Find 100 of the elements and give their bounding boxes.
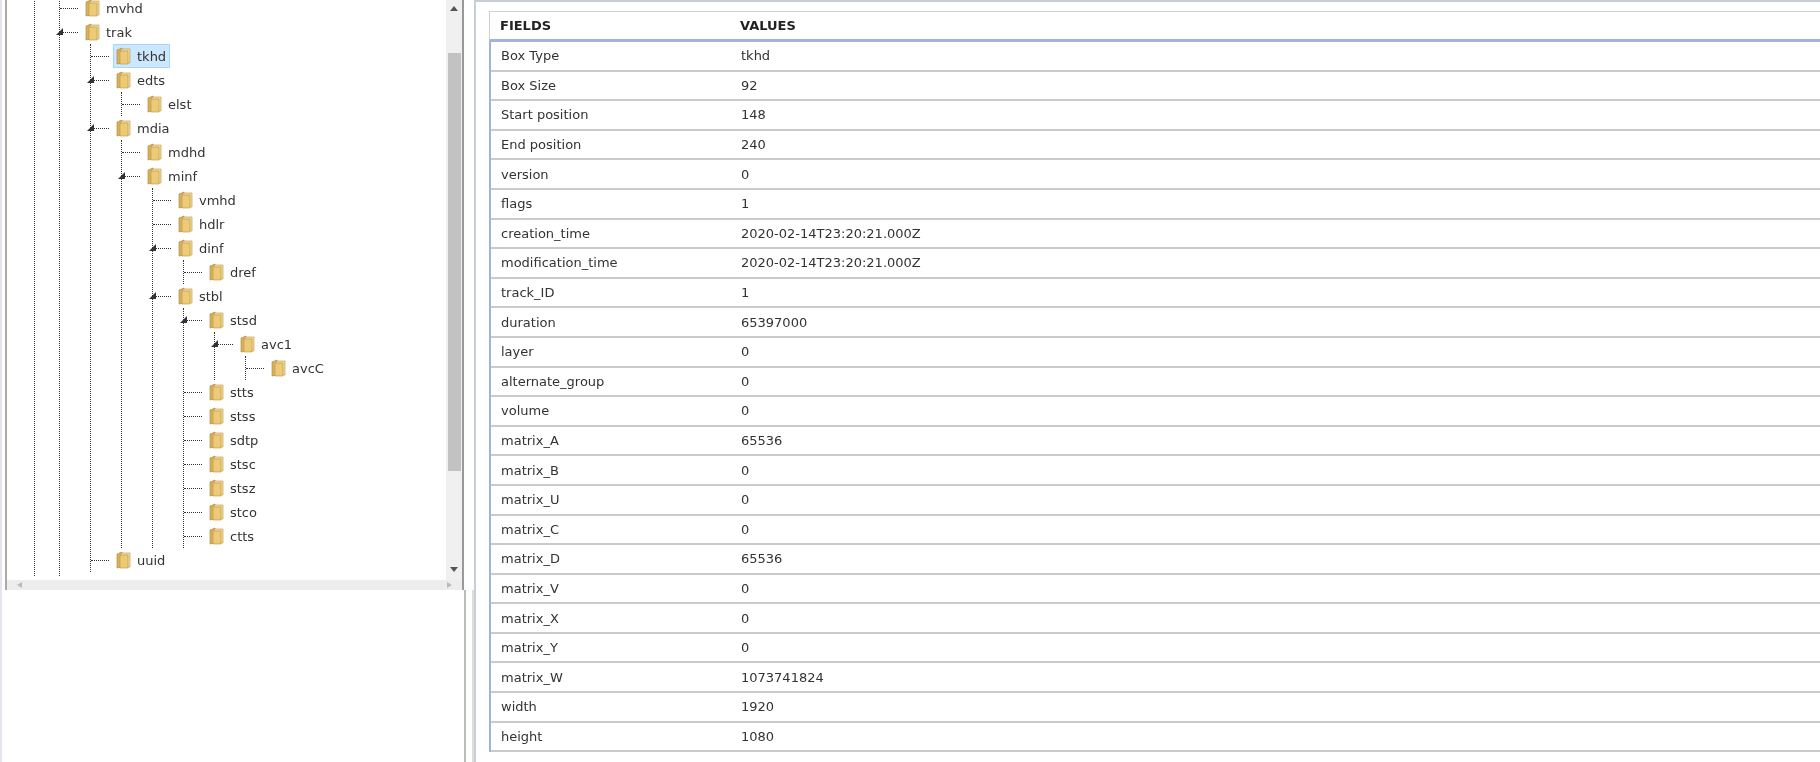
field-value: 148 <box>740 107 767 123</box>
folder-icon <box>116 71 132 89</box>
folder-icon <box>209 263 225 281</box>
field-value: 2020-02-14T23:20:21.000Z <box>740 255 922 271</box>
folder-icon <box>178 287 194 305</box>
expander-icon[interactable] <box>149 292 156 299</box>
field-value: 65536 <box>740 551 784 567</box>
folder-icon <box>116 47 132 65</box>
tree-item[interactable]: dinf <box>175 236 228 260</box>
field-name: matrix_B <box>500 462 560 478</box>
folder-icon <box>209 407 225 425</box>
tree-item[interactable]: stsz <box>206 476 260 500</box>
field-name: Box Type <box>500 48 561 64</box>
field-name: creation_time <box>500 225 591 241</box>
field-name: Start position <box>500 107 590 123</box>
folder-icon <box>209 455 225 473</box>
tree-item[interactable]: stss <box>206 404 260 428</box>
field-value: 0 <box>740 166 751 182</box>
tree-item[interactable]: stco <box>206 500 261 524</box>
tree-item[interactable]: trak <box>82 20 136 44</box>
tree-item[interactable]: mdhd <box>144 140 210 164</box>
field-value: 1080 <box>740 728 776 744</box>
tree-item[interactable]: stsc <box>206 452 260 476</box>
field-name: matrix_W <box>500 669 564 685</box>
expander-icon[interactable] <box>211 340 218 347</box>
folder-icon <box>271 359 287 377</box>
folder-icon <box>240 335 256 353</box>
field-value: 0 <box>740 462 751 478</box>
folder-icon <box>209 479 225 497</box>
vertical-scrollbar[interactable] <box>446 0 462 580</box>
field-value: 1073741824 <box>740 669 825 685</box>
folder-icon <box>209 383 225 401</box>
tree-item[interactable]: stbl <box>175 284 227 308</box>
tree-item[interactable]: edts <box>113 68 170 92</box>
field-value: 0 <box>740 373 751 389</box>
field-name: matrix_X <box>500 610 560 626</box>
field-name: flags <box>500 196 534 212</box>
tree-item[interactable]: minf <box>144 164 202 188</box>
field-value: 65536 <box>740 433 784 448</box>
field-value: 0 <box>740 610 751 626</box>
folder-icon <box>85 23 101 41</box>
field-value: tkhd <box>740 48 772 64</box>
expander-icon[interactable] <box>118 172 125 179</box>
tree-item[interactable]: dref <box>206 260 260 284</box>
expander-icon[interactable] <box>87 76 94 83</box>
field-name: modification_time <box>500 255 619 271</box>
field-value: 1 <box>740 196 751 212</box>
field-name: matrix_C <box>500 521 560 537</box>
folder-icon <box>209 311 225 329</box>
field-name: version <box>500 166 550 182</box>
tree-item[interactable]: avc1 <box>237 332 297 356</box>
field-value: 92 <box>740 77 759 93</box>
field-value: 240 <box>740 137 767 153</box>
tree-item[interactable]: hdlr <box>175 212 229 236</box>
folder-icon <box>147 143 163 161</box>
tree-item[interactable]: ctts <box>206 524 259 548</box>
tree-item[interactable]: mvhd <box>82 0 147 20</box>
field-name: End position <box>500 137 583 153</box>
column-header: VALUES <box>739 18 797 33</box>
scroll-down-icon[interactable] <box>450 567 458 572</box>
tree-item[interactable]: sdtp <box>206 428 263 452</box>
folder-icon <box>85 0 101 17</box>
field-name: alternate_group <box>500 373 606 389</box>
expander-icon[interactable] <box>180 316 187 323</box>
tree-item[interactable]: vmhd <box>175 188 240 212</box>
field-name: layer <box>500 344 535 360</box>
field-name: track_ID <box>500 285 556 301</box>
field-name: volume <box>500 403 551 419</box>
field-name: matrix_U <box>500 492 561 508</box>
expander-icon[interactable] <box>149 244 156 251</box>
field-value: 0 <box>740 492 751 508</box>
field-name: matrix_V <box>500 581 560 596</box>
folder-icon <box>147 95 163 113</box>
field-name: height <box>500 728 544 744</box>
expander-icon[interactable] <box>87 124 94 131</box>
folder-icon <box>178 239 194 257</box>
field-value: 1920 <box>740 699 776 715</box>
scroll-up-icon[interactable] <box>450 6 458 11</box>
tree-item[interactable]: uuid <box>113 548 170 572</box>
scrollbar-thumb[interactable] <box>447 53 461 471</box>
folder-icon <box>178 191 194 209</box>
folder-icon <box>209 431 225 449</box>
field-value: 0 <box>740 581 751 596</box>
folder-icon <box>116 119 132 137</box>
field-value: 0 <box>740 521 751 537</box>
field-name: Box Size <box>500 77 557 93</box>
column-header: FIELDS <box>499 18 553 33</box>
expander-icon[interactable] <box>56 28 63 35</box>
folder-icon <box>116 551 132 569</box>
folder-icon <box>209 527 225 545</box>
tree-item[interactable]: tkhd <box>113 44 171 68</box>
tree-item[interactable]: elst <box>144 92 196 116</box>
tree-item[interactable]: stsd <box>206 308 261 332</box>
folder-icon <box>178 215 194 233</box>
tree-item[interactable]: mdia <box>113 116 174 140</box>
tree-item[interactable]: stts <box>206 380 258 404</box>
field-name: width <box>500 699 538 715</box>
tree-item[interactable]: avcC <box>268 356 328 380</box>
field-value: 0 <box>740 403 751 419</box>
folder-icon <box>209 503 225 521</box>
